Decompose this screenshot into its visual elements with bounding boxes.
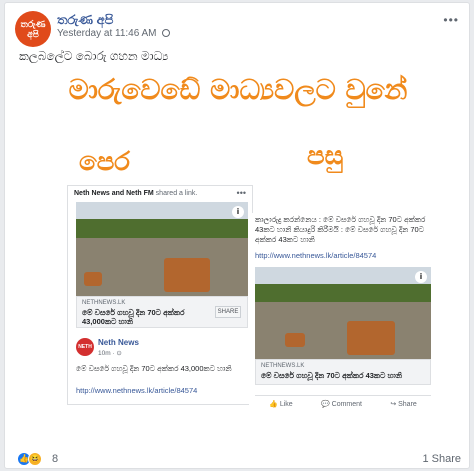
link-title: මේ වසරේ ගහවූ දින 70ට අක්කර 43කට හානි (261, 371, 402, 380)
neth-news-logo: NETH NEWS (76, 338, 94, 368)
neth-news-time: 10m · ⊙ (98, 350, 122, 357)
shared-by-line: Neth News and Neth FM shared a link. (74, 190, 198, 197)
reaction-count[interactable]: 8 (52, 453, 58, 465)
more-options-button[interactable]: ••• (443, 13, 459, 27)
page-name-link[interactable]: තරුණ අපි (57, 12, 113, 28)
post-caption: කලබලේට බොරු ගහන මාධ්‍ය (19, 49, 169, 63)
link-domain: NETHNEWS.LK (82, 300, 126, 306)
meme-headline: මාරුවෙඩේ මාධ්‍යවලට වුනේ (68, 73, 408, 106)
page-avatar[interactable]: තරුණ අපි (15, 11, 51, 47)
comment-action: 💬 Comment (320, 401, 362, 408)
share-count[interactable]: 1 Share (422, 453, 461, 465)
reactions[interactable]: 👍 😆 (17, 452, 42, 466)
info-icon: i (415, 271, 427, 283)
neth-news-name: Neth News (98, 338, 139, 347)
after-post-url: http://www.nethnews.lk/article/84574 (255, 251, 377, 260)
after-screenshot-card: කාලාරුදු කරන්නෙය : මේ වසරේ ගහවූ දින 70ට … (249, 213, 433, 429)
share-button: SHARE (215, 306, 241, 318)
neth-news-text: මේ වසරේ ගහවූ දින 70ට අක්කර 43,000කට හානි (76, 364, 232, 373)
facebook-post: තරුණ අපි තරුණ අපි Yesterday at 11:46 AM … (4, 2, 470, 469)
after-action-bar: 👍 Like 💬 Comment ↪ Share (255, 395, 431, 409)
globe-icon (162, 29, 171, 37)
deforestation-photo: i (76, 202, 248, 296)
neth-news-url: http://www.nethnews.lk/article/84574 (76, 386, 198, 395)
post-timestamp[interactable]: Yesterday at 11:46 AM (57, 28, 157, 39)
post-footer: 👍 😆 8 1 Share (5, 448, 469, 470)
label-after: පසු (307, 141, 344, 171)
info-icon: i (232, 206, 244, 218)
link-title: මේ වසරේ ගහවූ දින 70ට අක්කර 43,000කට හානි (82, 308, 185, 326)
post-meta: Yesterday at 11:46 AM (57, 28, 171, 39)
label-before: පෙර (79, 147, 131, 177)
before-screenshot-card: Neth News and Neth FM shared a link. •••… (67, 185, 253, 405)
link-preview: NETHNEWS.LK මේ වසරේ ගහවූ දින 70ට අක්කර 4… (255, 359, 431, 385)
card-more-icon: ••• (236, 188, 246, 198)
deforestation-photo: i (255, 267, 431, 359)
after-post-text: කාලාරුදු කරන්නෙය : මේ වසරේ ගහවූ දින 70ට … (255, 215, 426, 244)
like-action: 👍 Like (269, 401, 293, 408)
haha-reaction-icon: 😆 (28, 452, 42, 466)
share-action: ↪ Share (390, 401, 417, 408)
post-image[interactable]: මාරුවෙඩේ මාධ්‍යවලට වුනේ පෙර පසු Neth New… (15, 65, 461, 437)
link-preview: NETHNEWS.LK මේ වසරේ ගහවූ දින 70ට අක්කර 4… (76, 296, 248, 328)
link-domain: NETHNEWS.LK (261, 363, 305, 369)
